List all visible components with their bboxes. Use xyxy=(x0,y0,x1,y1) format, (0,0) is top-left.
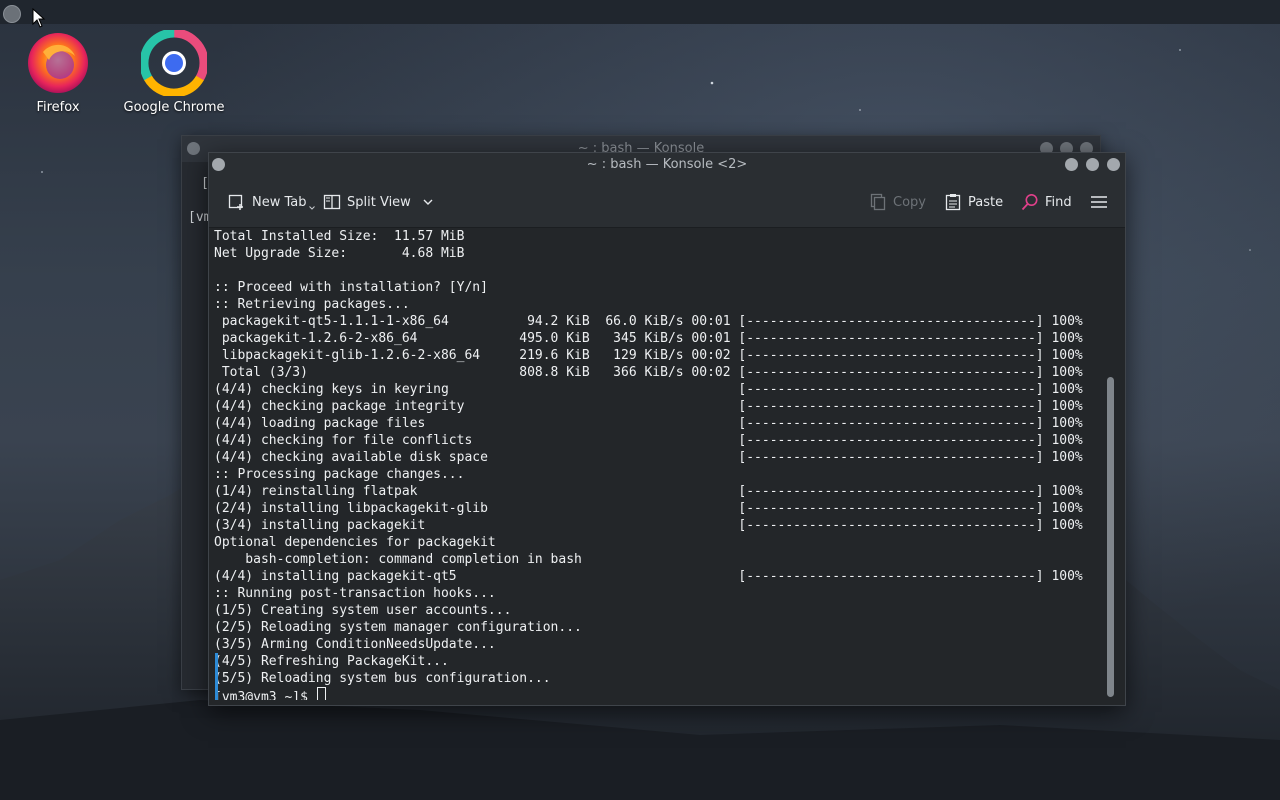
mouse-pointer-icon xyxy=(32,8,46,28)
paste-button[interactable]: Paste xyxy=(944,191,1003,213)
shell-prompt: [vm3@vm3 ~]$ xyxy=(214,690,316,700)
terminal-line: packagekit-1.2.6-2-x86_64 495.0 KiB 345 … xyxy=(214,331,1083,346)
terminal-line: bash-completion: command completion in b… xyxy=(214,552,582,567)
desktop-icon-label: Firefox xyxy=(36,100,80,115)
terminal-line: Optional dependencies for packagekit xyxy=(214,535,496,550)
terminal-line: (4/4) checking for file conflicts [-----… xyxy=(214,433,1083,448)
new-tab-label: New Tab xyxy=(252,194,307,210)
terminal-prompt-line: [vm3@vm3 ~]$ xyxy=(214,687,1104,700)
search-icon xyxy=(1021,194,1038,211)
minimize-button[interactable] xyxy=(1065,158,1078,171)
split-view-icon xyxy=(323,194,341,210)
app-launcher-icon[interactable] xyxy=(3,5,21,23)
terminal-line: (4/4) checking available disk space [---… xyxy=(214,450,1083,465)
hamburger-menu-button[interactable] xyxy=(1090,191,1108,213)
terminal-scrollbar[interactable] xyxy=(1107,377,1114,697)
hamburger-menu-icon xyxy=(1091,196,1107,208)
terminal-line: packagekit-qt5-1.1.1-1-x86_64 94.2 KiB 6… xyxy=(214,314,1083,329)
split-view-button[interactable]: Split View xyxy=(323,191,435,213)
desktop-icon-label: Google Chrome xyxy=(123,100,225,115)
copy-label: Copy xyxy=(893,194,926,210)
top-panel xyxy=(0,0,1280,24)
paste-label: Paste xyxy=(968,194,1004,210)
terminal-line: libpackagekit-glib-1.2.6-2-x86_64 219.6 … xyxy=(214,348,1083,363)
terminal-line: (1/5) Creating system user accounts... xyxy=(214,603,512,618)
chevron-down-icon xyxy=(308,206,315,210)
find-button[interactable]: Find xyxy=(1021,191,1072,213)
maximize-button[interactable] xyxy=(1086,158,1099,171)
terminal-line: :: Running post-transaction hooks... xyxy=(214,586,496,601)
terminal-line: Total (3/3) 808.8 KiB 366 KiB/s 00:02 [-… xyxy=(214,365,1083,380)
terminal-line: (4/4) checking keys in keyring [--------… xyxy=(214,382,1083,397)
terminal-line: :: Proceed with installation? [Y/n] xyxy=(214,280,488,295)
find-label: Find xyxy=(1045,194,1072,210)
window-menu-icon[interactable] xyxy=(212,158,225,171)
copy-icon xyxy=(870,193,886,211)
activity-marker xyxy=(215,653,218,700)
toolbar: New Tab Split View Copy Paste Find xyxy=(209,177,1125,228)
terminal-line: (4/4) loading package files [-----------… xyxy=(214,416,1083,431)
desktop-icon-firefox[interactable]: Firefox xyxy=(3,30,113,115)
terminal-line: Total Installed Size: 11.57 MiB xyxy=(214,229,465,244)
new-tab-icon xyxy=(228,194,243,210)
terminal-line: (4/4) checking package integrity [------… xyxy=(214,399,1083,414)
terminal-output[interactable]: Total Installed Size: 11.57 MiB Net Upgra… xyxy=(214,228,1104,700)
terminal-line: :: Retrieving packages... xyxy=(214,297,410,312)
desktop-icon-google-chrome[interactable]: Google Chrome xyxy=(119,30,229,115)
terminal-line: (3/5) Arming ConditionNeedsUpdate... xyxy=(214,637,496,652)
close-button[interactable] xyxy=(1107,158,1120,171)
terminal-line: Net Upgrade Size: 4.68 MiB xyxy=(214,246,465,261)
terminal-line: (4/5) Refreshing PackageKit... xyxy=(214,654,449,669)
terminal-line: (5/5) Reloading system bus configuration… xyxy=(214,671,551,686)
chevron-down-icon[interactable] xyxy=(421,195,435,209)
copy-button[interactable]: Copy xyxy=(869,191,926,213)
terminal-line: (2/5) Reloading system manager configura… xyxy=(214,620,582,635)
konsole-window[interactable]: ~ : bash — Konsole <2> New Tab Split Vie… xyxy=(208,152,1126,706)
split-view-label: Split View xyxy=(347,194,411,210)
window-menu-icon[interactable] xyxy=(187,142,200,155)
terminal-line: (2/4) installing libpackagekit-glib [---… xyxy=(214,501,1083,516)
window-titlebar[interactable]: ~ : bash — Konsole <2> xyxy=(209,153,1125,177)
paste-icon xyxy=(945,194,961,211)
firefox-icon xyxy=(28,33,88,93)
terminal-line: (1/4) reinstalling flatpak [------------… xyxy=(214,484,1083,499)
terminal-line: (4/4) installing packagekit-qt5 [-------… xyxy=(214,569,1083,584)
window-title: ~ : bash — Konsole <2> xyxy=(586,157,748,172)
chrome-icon xyxy=(141,30,207,96)
terminal-line: (3/4) installing packagekit [-----------… xyxy=(214,518,1083,533)
text-cursor xyxy=(316,687,326,700)
terminal-line: :: Processing package changes... xyxy=(214,467,465,482)
new-tab-button[interactable]: New Tab xyxy=(228,191,315,213)
terminal-text: Total Installed Size: 11.57 MiB Net Upgra… xyxy=(214,228,1104,700)
